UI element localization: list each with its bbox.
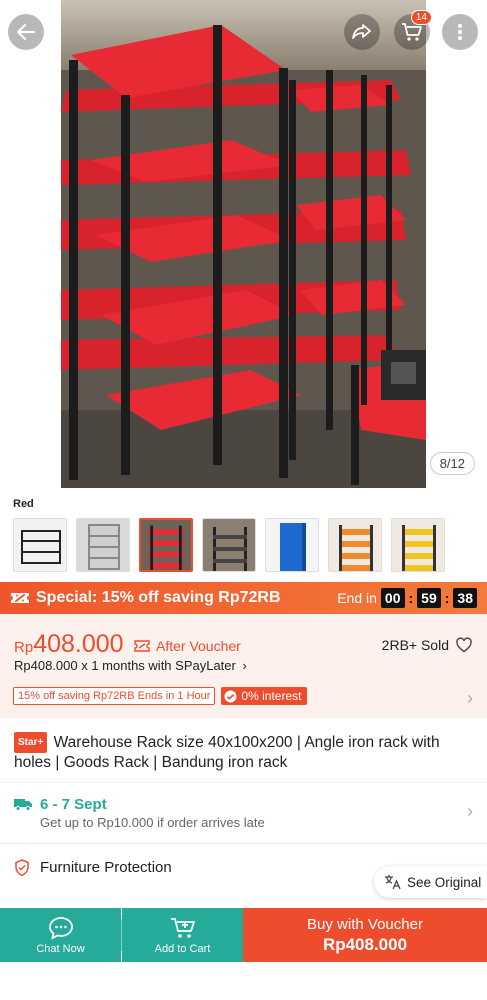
sold-label: 2RB+ Sold <box>381 637 449 653</box>
chevron-right-icon: › <box>242 658 247 673</box>
variant-thumb[interactable] <box>391 518 445 572</box>
after-voucher-label: After Voucher <box>156 638 241 654</box>
buy-with-voucher-button[interactable]: Buy with Voucher Rp408.000 <box>243 908 487 962</box>
price-section: Rp 408.000 After Voucher 2RB+ Sold Rp408… <box>0 614 487 718</box>
product-page: 14 8/12 Red Special: 15% off saving Rp72… <box>0 0 487 1000</box>
cart-badge: 14 <box>410 10 432 25</box>
variant-thumb-selected[interactable] <box>139 518 193 572</box>
product-gallery[interactable]: 14 8/12 <box>0 0 487 490</box>
see-original-label: See Original <box>407 874 482 890</box>
special-text: Special: 15% off saving Rp72RB <box>36 589 281 606</box>
shipping-row[interactable]: 6 - 7 Sept Get up to Rp10.000 if order a… <box>0 783 487 843</box>
ticket-icon <box>11 593 29 603</box>
bottom-action-bar: Chat Now Add to Cart Buy with Voucher Rp… <box>0 908 487 962</box>
delivery-date: 6 - 7 Sept <box>40 796 107 813</box>
chat-icon <box>48 916 73 940</box>
add-to-cart-label: Add to Cart <box>154 942 211 955</box>
shield-icon <box>15 859 29 877</box>
see-original-button[interactable]: See Original <box>374 866 487 898</box>
price-currency: Rp <box>14 639 34 656</box>
product-photo[interactable] <box>61 0 426 488</box>
variant-thumb[interactable] <box>328 518 382 572</box>
product-title: Warehouse Rack size 40x100x200 | Angle i… <box>14 734 440 771</box>
countdown-sep: : <box>444 590 450 606</box>
countdown-minutes: 59 <box>417 588 441 608</box>
truck-icon <box>14 799 32 811</box>
spaylater-text: Rp408.000 x 1 months with SPayLater <box>14 658 236 673</box>
share-button[interactable] <box>344 14 380 50</box>
buy-price: Rp408.000 <box>322 934 408 954</box>
chevron-right-icon: › <box>467 801 473 821</box>
arrow-left-icon <box>16 23 36 41</box>
flash-deal-banner[interactable]: Special: 15% off saving Rp72RB End in 00… <box>0 582 487 614</box>
interest-badge: 0% interest <box>221 687 308 705</box>
price-amount: 408.000 <box>33 630 124 658</box>
more-vertical-icon <box>458 24 462 40</box>
variant-thumb[interactable] <box>13 518 67 572</box>
variant-label: Red <box>13 498 34 510</box>
promo-row[interactable]: 15% off saving Rp72RB Ends in 1 Hour 0% … <box>13 687 308 705</box>
countdown-hours: 00 <box>380 588 405 608</box>
chat-now-button[interactable]: Chat Now <box>0 908 121 962</box>
countdown-label: End in <box>337 590 377 606</box>
price: Rp 408.000 <box>14 630 124 659</box>
product-title-section: Star+ Warehouse Rack size 40x100x200 | A… <box>0 718 487 782</box>
check-circle-icon <box>224 690 237 702</box>
countdown: End in 00 : 59 : 38 <box>337 588 477 608</box>
star-plus-badge: Star+ <box>14 732 48 753</box>
after-voucher-tag: After Voucher <box>134 638 241 654</box>
heart-icon[interactable] <box>455 637 473 653</box>
countdown-seconds: 38 <box>453 588 477 608</box>
voucher-icon <box>134 640 150 652</box>
back-button[interactable] <box>8 14 44 50</box>
interest-label: 0% interest <box>241 689 302 703</box>
share-icon <box>352 24 371 39</box>
variant-thumb[interactable] <box>265 518 319 572</box>
cart-button[interactable]: 14 <box>394 10 432 50</box>
spaylater-row[interactable]: Rp408.000 x 1 months with SPayLater › <box>14 658 247 673</box>
buy-label: Buy with Voucher <box>307 915 423 933</box>
more-button[interactable] <box>442 14 478 50</box>
late-guarantee-note: Get up to Rp10.000 if order arrives late <box>40 815 265 830</box>
protection-label: Furniture Protection <box>40 859 172 876</box>
countdown-sep: : <box>408 590 414 606</box>
translate-icon <box>385 875 401 890</box>
chevron-right-icon[interactable]: › <box>467 688 473 709</box>
image-counter: 8/12 <box>429 452 475 475</box>
sold-count: 2RB+ Sold <box>382 637 473 653</box>
add-to-cart-icon <box>170 917 195 938</box>
variant-thumbnails <box>13 518 445 572</box>
promo-tag: 15% off saving Rp72RB Ends in 1 Hour <box>13 687 216 705</box>
variant-thumb[interactable] <box>76 518 130 572</box>
add-to-cart-button[interactable]: Add to Cart <box>122 908 243 962</box>
chat-now-label: Chat Now <box>36 942 85 955</box>
variant-thumb[interactable] <box>202 518 256 572</box>
